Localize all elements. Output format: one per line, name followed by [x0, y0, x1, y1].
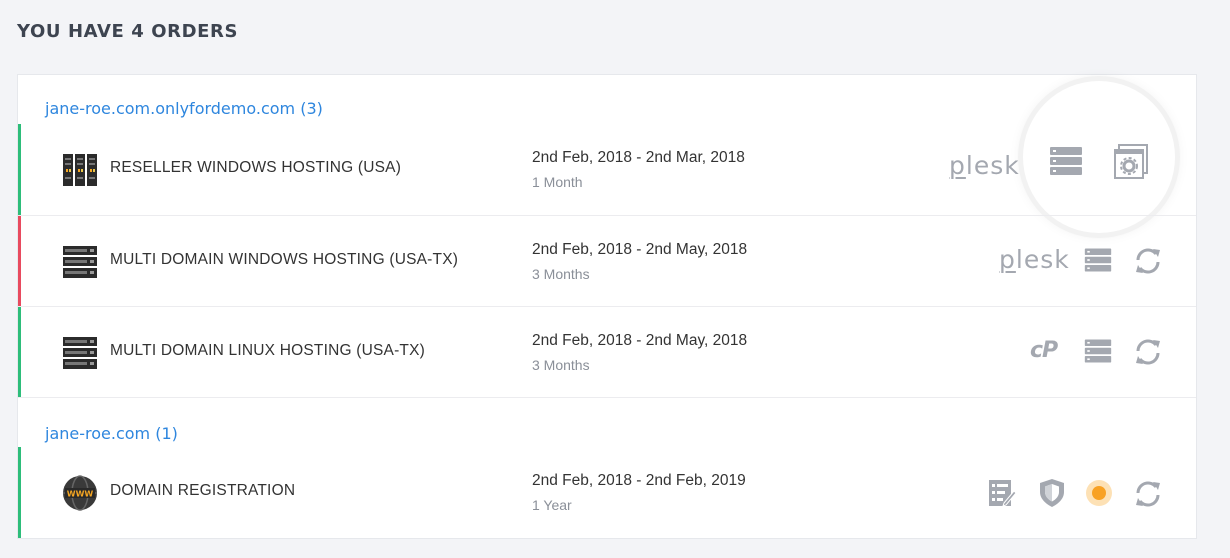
group-title-jane-roe[interactable]: jane-roe.com (1): [45, 424, 178, 443]
plesk-logo[interactable]: plesk: [949, 151, 1020, 180]
status-bar-active: [18, 447, 21, 538]
order-duration: 1 Year: [532, 497, 572, 513]
status-bar-active: [18, 307, 21, 397]
renew-icon[interactable]: [1133, 246, 1163, 276]
status-bar-active: [18, 124, 21, 215]
cpanel-logo[interactable]: cP: [1030, 338, 1058, 363]
renew-icon[interactable]: [1133, 479, 1163, 509]
product-name[interactable]: DOMAIN REGISTRATION: [110, 482, 295, 500]
highlight-spotlight: [1023, 81, 1175, 233]
order-dates: 2nd Feb, 2018 - 2nd Mar, 2018: [532, 149, 745, 166]
product-name[interactable]: MULTI DOMAIN LINUX HOSTING (USA-TX): [110, 342, 425, 360]
order-row[interactable]: WWW DOMAIN REGISTRATION 2nd Feb, 2018 - …: [18, 447, 1196, 538]
page-title: YOU HAVE 4 ORDERS: [17, 21, 239, 42]
group-divider: [18, 397, 1196, 398]
order-row[interactable]: MULTI DOMAIN WINDOWS HOSTING (USA-TX) 2n…: [18, 215, 1196, 306]
order-row[interactable]: RESELLER WINDOWS HOSTING (USA) 2nd Feb, …: [18, 124, 1196, 215]
server-stack-icon: [62, 335, 98, 371]
privacy-shield-icon[interactable]: [1039, 478, 1065, 508]
server-rack-icon: [62, 152, 98, 188]
orders-card: jane-roe.com.onlyfordemo.com (3) RESELLE…: [17, 74, 1197, 539]
server-list-icon[interactable]: [1084, 337, 1112, 365]
server-list-icon[interactable]: [1084, 246, 1112, 274]
group-title-demo-domain[interactable]: jane-roe.com.onlyfordemo.com (3): [45, 99, 323, 118]
order-duration: 1 Month: [532, 174, 583, 190]
order-dates: 2nd Feb, 2018 - 2nd May, 2018: [532, 332, 748, 349]
status-dot-icon: [1086, 480, 1112, 506]
product-name[interactable]: RESELLER WINDOWS HOSTING (USA): [110, 159, 401, 177]
order-row[interactable]: MULTI DOMAIN LINUX HOSTING (USA-TX) 2nd …: [18, 306, 1196, 397]
server-list-icon[interactable]: [1049, 144, 1083, 178]
order-dates: 2nd Feb, 2018 - 2nd May, 2018: [532, 241, 748, 258]
order-duration: 3 Months: [532, 266, 590, 282]
order-dates: 2nd Feb, 2018 - 2nd Feb, 2019: [532, 472, 746, 489]
dns-records-icon[interactable]: [988, 479, 1016, 507]
product-name[interactable]: MULTI DOMAIN WINDOWS HOSTING (USA-TX): [110, 251, 458, 269]
plesk-logo[interactable]: plesk: [999, 245, 1070, 274]
server-stack-icon: [62, 244, 98, 280]
order-duration: 3 Months: [532, 357, 590, 373]
svg-text:WWW: WWW: [67, 490, 94, 499]
status-bar-suspended: [18, 216, 21, 306]
renew-icon[interactable]: [1133, 337, 1163, 367]
settings-window-icon[interactable]: [1113, 144, 1149, 180]
www-globe-icon: WWW: [62, 475, 98, 511]
